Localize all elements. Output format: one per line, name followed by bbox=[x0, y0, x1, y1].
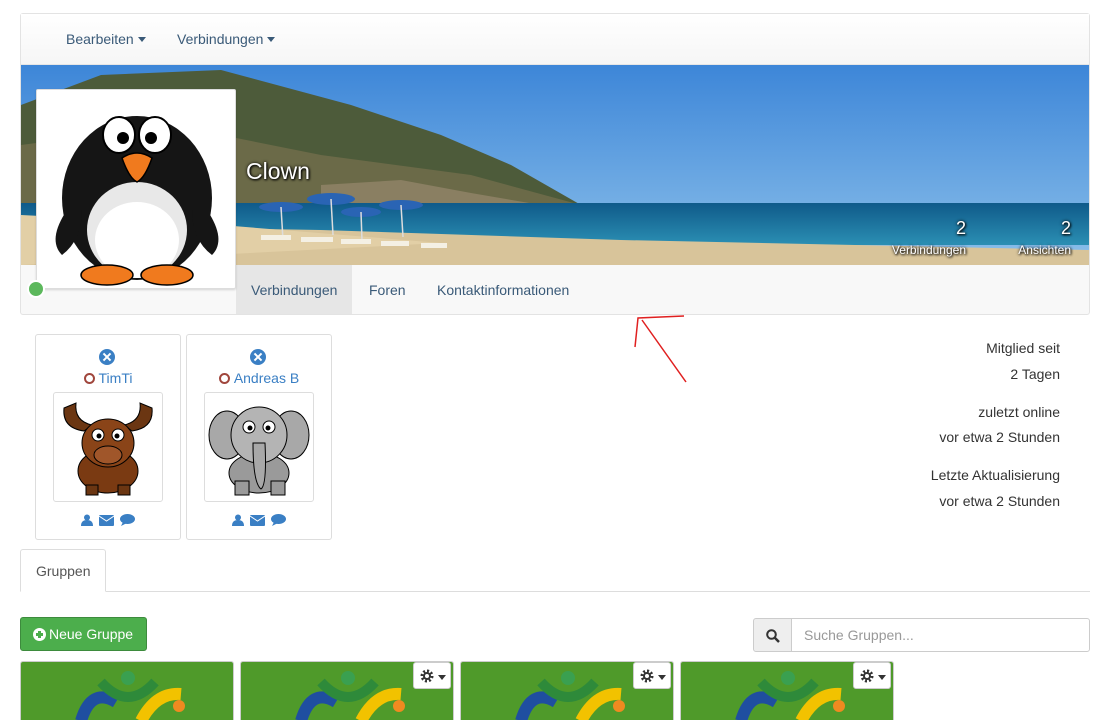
plus-circle-icon bbox=[33, 628, 46, 641]
online-status-dot bbox=[27, 280, 45, 298]
group-settings-button[interactable] bbox=[853, 662, 891, 689]
offline-status-icon bbox=[218, 373, 230, 384]
new-group-button[interactable]: Neue Gruppe bbox=[20, 617, 147, 651]
connections-menu-label: Verbindungen bbox=[177, 31, 264, 47]
connection-avatar[interactable] bbox=[204, 392, 314, 502]
connection-name[interactable]: Andreas B bbox=[187, 370, 331, 386]
caret-down-icon bbox=[878, 675, 886, 680]
edit-menu[interactable]: Bearbeiten bbox=[66, 31, 146, 47]
new-group-label: Neue Gruppe bbox=[49, 626, 134, 642]
connection-name[interactable]: TimTi bbox=[36, 370, 180, 386]
user-icon[interactable] bbox=[232, 514, 245, 527]
remove-connection-icon[interactable] bbox=[99, 349, 115, 365]
stat-connections-value: 2 bbox=[955, 218, 966, 238]
profile-name: Clown bbox=[246, 158, 310, 184]
chat-icon[interactable] bbox=[270, 514, 286, 527]
tab-forums[interactable]: Foren bbox=[354, 265, 421, 314]
connections-menu[interactable]: Verbindungen bbox=[177, 31, 276, 47]
annotation-arrow-icon bbox=[634, 315, 687, 383]
stat-views-label: Ansichten bbox=[1018, 243, 1071, 257]
group-card[interactable] bbox=[680, 661, 894, 720]
user-icon[interactable] bbox=[81, 514, 94, 527]
caret-down-icon bbox=[137, 37, 146, 42]
group-logo-image bbox=[21, 662, 233, 720]
last-online-label: zuletzt online bbox=[978, 404, 1060, 420]
groups-tabs: Gruppen bbox=[20, 549, 1090, 592]
moose-avatar-image bbox=[63, 402, 153, 496]
caret-down-icon bbox=[438, 675, 446, 680]
profile-avatar[interactable] bbox=[36, 89, 236, 289]
tab-contact-info[interactable]: Kontaktinformationen bbox=[422, 265, 584, 314]
elephant-avatar-image bbox=[208, 406, 310, 496]
connection-card: TimTi bbox=[35, 334, 181, 540]
gear-icon bbox=[860, 669, 874, 683]
connection-card: Andreas B bbox=[186, 334, 332, 540]
connection-name-text: Andreas B bbox=[233, 370, 300, 386]
stat-views: 2 Ansichten bbox=[999, 218, 1071, 257]
group-card[interactable] bbox=[460, 661, 674, 720]
tab-groups[interactable]: Gruppen bbox=[20, 549, 107, 592]
group-card[interactable] bbox=[240, 661, 454, 720]
caret-down-icon bbox=[658, 675, 666, 680]
group-card[interactable] bbox=[20, 661, 234, 720]
tab-connections[interactable]: Verbindungen bbox=[236, 265, 353, 314]
group-settings-button[interactable] bbox=[633, 662, 671, 689]
search-groups-input[interactable] bbox=[791, 618, 1090, 652]
connection-name-text: TimTi bbox=[98, 370, 133, 386]
last-update-value: vor etwa 2 Stunden bbox=[939, 493, 1060, 509]
stat-views-value: 2 bbox=[1060, 218, 1071, 238]
mail-icon[interactable] bbox=[99, 514, 114, 526]
caret-down-icon bbox=[267, 37, 276, 42]
remove-connection-icon[interactable] bbox=[250, 349, 266, 365]
gear-icon bbox=[640, 669, 654, 683]
top-menu-bar: Bearbeiten Verbindungen bbox=[21, 14, 1089, 65]
search-icon bbox=[766, 629, 780, 643]
member-since-label: Mitglied seit bbox=[986, 340, 1060, 356]
profile-tabs: Verbindungen Foren Kontaktinformationen bbox=[236, 265, 1089, 315]
gear-icon bbox=[420, 669, 434, 683]
stat-connections-label: Verbindungen bbox=[891, 243, 966, 257]
last-online-value: vor etwa 2 Stunden bbox=[939, 429, 1060, 445]
search-addon bbox=[753, 618, 792, 652]
chat-icon[interactable] bbox=[119, 514, 135, 527]
connection-actions bbox=[36, 511, 180, 527]
edit-menu-label: Bearbeiten bbox=[66, 31, 134, 47]
group-settings-button[interactable] bbox=[413, 662, 451, 689]
penguin-avatar-image bbox=[55, 116, 219, 286]
stat-connections[interactable]: 2 Verbindungen bbox=[890, 218, 966, 257]
member-since-value: 2 Tagen bbox=[1010, 366, 1060, 382]
offline-status-icon bbox=[83, 373, 95, 384]
connection-actions bbox=[187, 511, 331, 527]
profile-card: Bearbeiten Verbindungen Clown 2 Verbindu… bbox=[20, 13, 1090, 315]
mail-icon[interactable] bbox=[250, 514, 265, 526]
last-update-label: Letzte Aktualisierung bbox=[930, 467, 1060, 483]
connection-avatar[interactable] bbox=[53, 392, 163, 502]
